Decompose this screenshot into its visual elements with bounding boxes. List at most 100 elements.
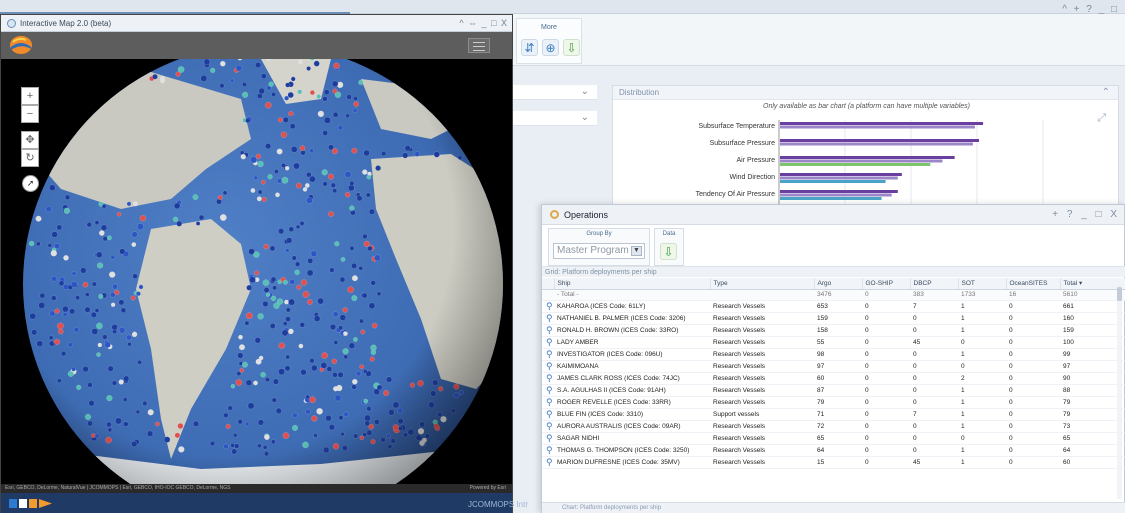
table-row[interactable]: ⚲ KAHAROA (ICES Code: 61LY) Research Vesse… [542,300,1125,313]
chart-bar[interactable] [780,156,955,159]
chart-bar[interactable] [780,163,931,166]
chart-bar[interactable] [780,176,898,180]
group-by-select[interactable]: Master Program ▼ [553,243,645,259]
map-window-controls[interactable]: ^ ⇔ _ □ X [459,18,508,28]
table-row[interactable]: ⚲ LADY AMBER Research Vessels 55 0 45 0 0 100 [542,336,1125,349]
table-cell: S.A. AGULHAS II (ICES Code: 91AH) [554,384,710,397]
map-title-bar[interactable]: Interactive Map 2.0 (beta) ^ ⇔ _ □ X [1,15,512,32]
table-cell: 45 [910,456,958,469]
chart-bar[interactable] [780,193,892,197]
chart-bar[interactable] [780,180,886,183]
table-cell: 0 [1006,384,1060,397]
column-header[interactable]: Type [710,278,815,290]
zoom-to-ship-icon[interactable]: ⚲ [542,336,554,349]
table-row[interactable]: ⚲ S.A. AGULHAS II (ICES Code: 91AH) Resear… [542,384,1125,397]
table-cell: 1 [958,348,1006,361]
chart-bar[interactable] [780,139,980,142]
filter-dropdown-1[interactable]: ⌄ [512,85,597,100]
chart-bar[interactable] [780,159,943,163]
table-row[interactable]: ⚲ RONALD H. BROWN (ICES Code: 33RO) Resear… [542,324,1125,337]
operations-title-bar[interactable]: Operations + ? _ □ X [542,205,1124,225]
table-cell: 73 [1060,420,1125,433]
dropdown-arrow-icon[interactable]: ▼ [631,246,642,256]
globe-map[interactable] [1,59,512,484]
deployments-grid: Ship Type Argo GO-SHIP DBCP SOT OceanSITES Tota… [542,278,1125,502]
chart-bar[interactable] [780,125,975,129]
rotate-icon[interactable]: ↻ [21,149,39,167]
table-cell: 0 [862,408,910,421]
table-row[interactable]: ⚲ NATHANIEL B. PALMER (ICES Code: 3206) Re… [542,312,1125,325]
chart-bar[interactable] [780,173,902,176]
scrollbar-thumb[interactable] [1117,287,1122,301]
table-cell: Research Vessels [710,324,814,337]
globe-icon[interactable]: ⊕ [542,39,559,56]
zoom-to-ship-icon[interactable]: ⚲ [542,444,554,457]
table-row[interactable]: ⚲ SAGAR NIDHI Research Vessels 65 0 0 0 0 65 [542,432,1125,445]
zoom-to-ship-icon[interactable]: ⚲ [542,432,554,445]
table-cell: ROGER REVELLE (ICES Code: 33RR) [554,396,710,409]
table-cell: Research Vessels [710,348,814,361]
zoom-to-ship-icon[interactable]: ⚲ [542,372,554,385]
zoom-to-ship-icon[interactable]: ⚲ [542,348,554,361]
distribution-header[interactable]: Distribution ⌃ [613,86,1118,100]
hamburger-menu-icon[interactable] [468,38,490,53]
collapse-icon[interactable]: ⌃ [1102,86,1110,100]
operations-window-controls[interactable]: + ? _ □ X [1052,209,1120,220]
table-row[interactable]: ⚲ BLUE FIN (ICES Code: 3310) Support vesse… [542,408,1125,421]
zoom-in-button[interactable]: + [21,87,39,105]
pan-icon[interactable]: ✥ [21,131,39,149]
zoom-to-ship-icon[interactable]: ⚲ [542,456,554,469]
table-row[interactable]: ⚲ INVESTIGATOR (ICES Code: 096U) Research … [542,348,1125,361]
table-row[interactable]: ⚲ THOMAS G. THOMPSON (ICES Code: 3250) Res… [542,444,1125,457]
table-cell: 1 [958,456,1006,469]
column-header[interactable]: SOT [958,278,1007,290]
zoom-to-ship-icon[interactable]: ⚲ [542,396,554,409]
zoom-out-button[interactable]: − [21,105,39,123]
column-header[interactable]: GO-SHIP [862,278,911,290]
table-row[interactable]: ⚲ ROGER REVELLE (ICES Code: 33RR) Research… [542,396,1125,409]
table-cell: 0 [862,289,910,301]
column-header[interactable]: Ship [554,278,711,290]
table-cell: 1 [958,408,1006,421]
grid-scrollbar[interactable] [1117,281,1122,499]
filter-dropdown-2[interactable]: ⌄ [512,111,597,126]
chevron-down-icon: ⌄ [580,112,589,123]
zoom-to-ship-icon[interactable]: ⚲ [542,408,554,421]
zoom-to-ship-icon[interactable]: ⚲ [542,300,554,313]
zoom-to-ship-icon[interactable]: ⚲ [542,384,554,397]
chart-bar[interactable] [780,122,984,125]
jcommops-logo-icon [9,499,52,508]
map-logo-icon [10,36,32,54]
column-header[interactable]: Argo [814,278,863,290]
table-cell: 72 [814,420,862,433]
table-cell: 0 [862,348,910,361]
chart-bar[interactable] [780,197,882,200]
table-cell: SAGAR NIDHI [554,432,710,445]
zoom-to-ship-icon[interactable]: ⚲ [542,324,554,337]
table-cell: 0 [862,396,910,409]
table-cell: MARION DUFRESNE (ICES Code: 35MV) [554,456,710,469]
column-header[interactable]: DBCP [910,278,959,290]
zoom-to-ship-icon[interactable]: ⚲ [542,312,554,325]
category-label: Tendency Of Air Pressure [696,191,775,198]
zoom-to-ship-icon[interactable]: ⚲ [542,360,554,373]
table-row[interactable]: ⚲ JAMES CLARK ROSS (ICES Code: 74JC) Resea… [542,372,1125,385]
table-cell: 71 [814,408,862,421]
table-cell: Research Vessels [710,336,814,349]
sort-icon[interactable]: ⇵ [521,39,538,56]
table-row[interactable]: ⚲ KAIMIMOANA Research Vessels 97 0 0 0 0 97 [542,360,1125,373]
table-cell: Research Vessels [710,444,814,457]
compass-icon[interactable]: ➚ [22,175,39,192]
table-row[interactable]: ⚲ MARION DUFRESNE (ICES Code: 35MV) Resear… [542,456,1125,469]
download-icon[interactable]: ⇩ [563,39,580,56]
download-icon[interactable]: ⇩ [660,243,677,260]
data-group: Data ⇩ [654,228,684,266]
chart-bar[interactable] [780,142,973,146]
zoom-to-ship-icon[interactable]: ⚲ [542,420,554,433]
chart-bar[interactable] [780,190,898,193]
column-header[interactable]: OceanSITES [1006,278,1061,290]
grid-header-spacer [542,278,555,290]
table-cell: 0 [1006,408,1060,421]
column-header[interactable]: Total ▾ [1060,278,1125,290]
table-row[interactable]: ⚲ AURORA AUSTRALIS (ICES Code: 09AR) Resea… [542,420,1125,433]
